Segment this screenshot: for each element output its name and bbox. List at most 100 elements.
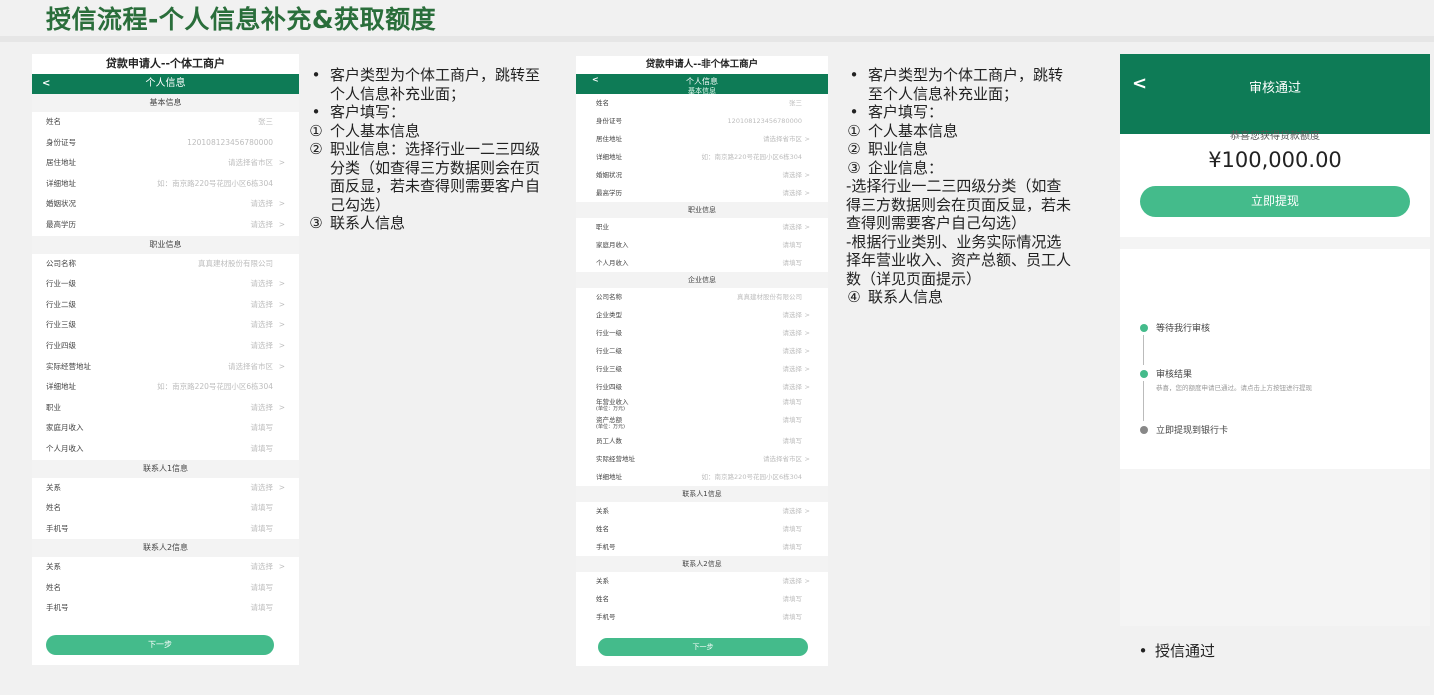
form-row[interactable]: 企业类型 请选择 > [576, 306, 828, 324]
field-value[interactable]: 张三 [258, 112, 273, 133]
field-value[interactable]: 请选择 [783, 218, 803, 236]
form-row[interactable]: 最高学历 请选择 > [32, 215, 299, 236]
form-row[interactable]: 详细地址 如：南京路220号花园小区6栋304 [576, 148, 828, 166]
field-value[interactable]: 请填写 [783, 608, 803, 626]
form-row[interactable]: 家庭月收入 请填写 [32, 418, 299, 439]
field-value[interactable]: 请选择 [783, 306, 803, 324]
form-row[interactable]: 行业三级 请选择 > [576, 360, 828, 378]
withdraw-button[interactable]: 立即提现 [1140, 186, 1410, 217]
form-row[interactable]: 姓名 请填写 [32, 498, 299, 519]
field-value[interactable]: 如：南京路220号花园小区6栋304 [157, 377, 273, 398]
field-value[interactable]: 请选择 [251, 478, 274, 499]
form-row[interactable]: 公司名称 真真建材股份有限公司 [576, 288, 828, 306]
form-row[interactable]: 关系 请选择 > [32, 478, 299, 499]
field-value[interactable]: 如：南京路220号花园小区6栋304 [157, 174, 273, 195]
field-value[interactable]: 请选择 [251, 315, 274, 336]
field-value[interactable]: 张三 [789, 94, 802, 112]
form-row[interactable]: 行业二级 请选择 > [32, 295, 299, 316]
field-value[interactable]: 120108123456780000 [187, 133, 273, 154]
field-value[interactable]: 请填写 [783, 254, 803, 272]
form-row[interactable]: 身份证号 120108123456780000 [576, 112, 828, 130]
back-icon[interactable]: < [592, 74, 599, 85]
form-row[interactable]: 行业四级 请选择 > [576, 378, 828, 396]
form-row[interactable]: 手机号 请填写 [576, 538, 828, 556]
form-row[interactable]: 职业 请选择 > [576, 218, 828, 236]
field-value[interactable]: 请选择省市区 [763, 130, 802, 148]
field-value[interactable]: 真真建材股份有限公司 [198, 254, 273, 275]
form-row[interactable]: 手机号 请填写 [32, 598, 299, 619]
field-value[interactable]: 请选择 [783, 502, 803, 520]
form-row[interactable]: 行业三级 请选择 > [32, 315, 299, 336]
form-row[interactable]: 实际经营地址 请选择省市区 > [576, 450, 828, 468]
field-value[interactable]: 请选择省市区 [763, 450, 802, 468]
field-value[interactable]: 如：南京路220号花园小区6栋304 [702, 468, 802, 486]
field-value[interactable]: 请选择 [251, 295, 274, 316]
form-row[interactable]: 公司名称 真真建材股份有限公司 [32, 254, 299, 275]
field-value[interactable]: 请选择 [783, 360, 803, 378]
form-row[interactable]: 个人月收入 请填写 [32, 439, 299, 460]
form-row[interactable]: 姓名 请填写 [576, 520, 828, 538]
field-value[interactable]: 请选择 [251, 557, 274, 578]
form-row[interactable]: 姓名 请填写 [32, 578, 299, 599]
back-icon[interactable]: < [42, 74, 50, 94]
field-value[interactable]: 请选择 [783, 572, 803, 590]
form-row[interactable]: 员工人数 请填写 [576, 432, 828, 450]
form-row[interactable]: 最高学历 请选择 > [576, 184, 828, 202]
form-row[interactable]: 婚姻状况 请选择 > [32, 194, 299, 215]
field-value[interactable]: 请选择 [251, 274, 274, 295]
field-value[interactable]: 120108123456780000 [728, 112, 802, 130]
field-value[interactable]: 如：南京路220号花园小区6栋304 [702, 148, 802, 166]
field-value[interactable]: 请填写 [251, 418, 274, 439]
form-row[interactable]: 手机号 请填写 [576, 608, 828, 626]
form-row[interactable]: 详细地址 如：南京路220号花园小区6栋304 [32, 174, 299, 195]
field-value[interactable]: 请选择 [783, 324, 803, 342]
field-value[interactable]: 请填写 [783, 236, 803, 254]
form-row[interactable]: 家庭月收入 请填写 [576, 236, 828, 254]
form-row[interactable]: 姓名 张三 [32, 112, 299, 133]
field-value[interactable]: 请选择 [783, 378, 803, 396]
field-value[interactable]: 请选择省市区 [228, 153, 273, 174]
form-row[interactable]: 关系 请选择 > [32, 557, 299, 578]
form-row[interactable]: 姓名 张三 [576, 94, 828, 112]
form-row[interactable]: 居住地址 请选择省市区 > [32, 153, 299, 174]
form-row[interactable]: 个人月收入 请填写 [576, 254, 828, 272]
field-value[interactable]: 请填写 [783, 432, 803, 450]
form-row[interactable]: 资产总额 (单位：万元) 请填写 [576, 414, 828, 432]
next-button[interactable]: 下一步 [598, 638, 808, 656]
field-value[interactable]: 请选择 [783, 184, 803, 202]
field-value[interactable]: 请选择 [251, 194, 274, 215]
field-value[interactable]: 请选择省市区 [228, 357, 273, 378]
field-value[interactable]: 请填写 [251, 519, 274, 540]
form-row[interactable]: 年营业收入 (单位：万元) 请填写 [576, 396, 828, 414]
form-row[interactable]: 关系 请选择 > [576, 572, 828, 590]
form-row[interactable]: 职业 请选择 > [32, 398, 299, 419]
field-value[interactable]: 请填写 [783, 399, 803, 406]
form-row[interactable]: 详细地址 如：南京路220号花园小区6栋304 [576, 468, 828, 486]
form-row[interactable]: 行业一级 请选择 > [576, 324, 828, 342]
form-row[interactable]: 身份证号 120108123456780000 [32, 133, 299, 154]
next-button[interactable]: 下一步 [46, 635, 274, 655]
form-row[interactable]: 关系 请选择 > [576, 502, 828, 520]
field-value[interactable]: 请填写 [783, 520, 803, 538]
field-value[interactable]: 请填写 [783, 538, 803, 556]
form-row[interactable]: 详细地址 如：南京路220号花园小区6栋304 [32, 377, 299, 398]
form-row[interactable]: 居住地址 请选择省市区 > [576, 130, 828, 148]
field-value[interactable]: 请填写 [251, 439, 274, 460]
field-value[interactable]: 请填写 [251, 598, 274, 619]
field-value[interactable]: 请选择 [783, 342, 803, 360]
form-row[interactable]: 行业一级 请选择 > [32, 274, 299, 295]
field-value[interactable]: 请选择 [783, 166, 803, 184]
field-value[interactable]: 真真建材股份有限公司 [737, 288, 802, 306]
field-value[interactable]: 请填写 [783, 417, 803, 424]
back-icon[interactable]: < [1132, 54, 1147, 114]
field-value[interactable]: 请选择 [251, 398, 274, 419]
form-row[interactable]: 婚姻状况 请选择 > [576, 166, 828, 184]
form-row[interactable]: 行业四级 请选择 > [32, 336, 299, 357]
field-value[interactable]: 请填写 [783, 590, 803, 608]
form-row[interactable]: 行业二级 请选择 > [576, 342, 828, 360]
field-value[interactable]: 请选择 [251, 336, 274, 357]
form-row[interactable]: 姓名 请填写 [576, 590, 828, 608]
field-value[interactable]: 请填写 [251, 498, 274, 519]
field-value[interactable]: 请填写 [251, 578, 274, 599]
form-row[interactable]: 手机号 请填写 [32, 519, 299, 540]
